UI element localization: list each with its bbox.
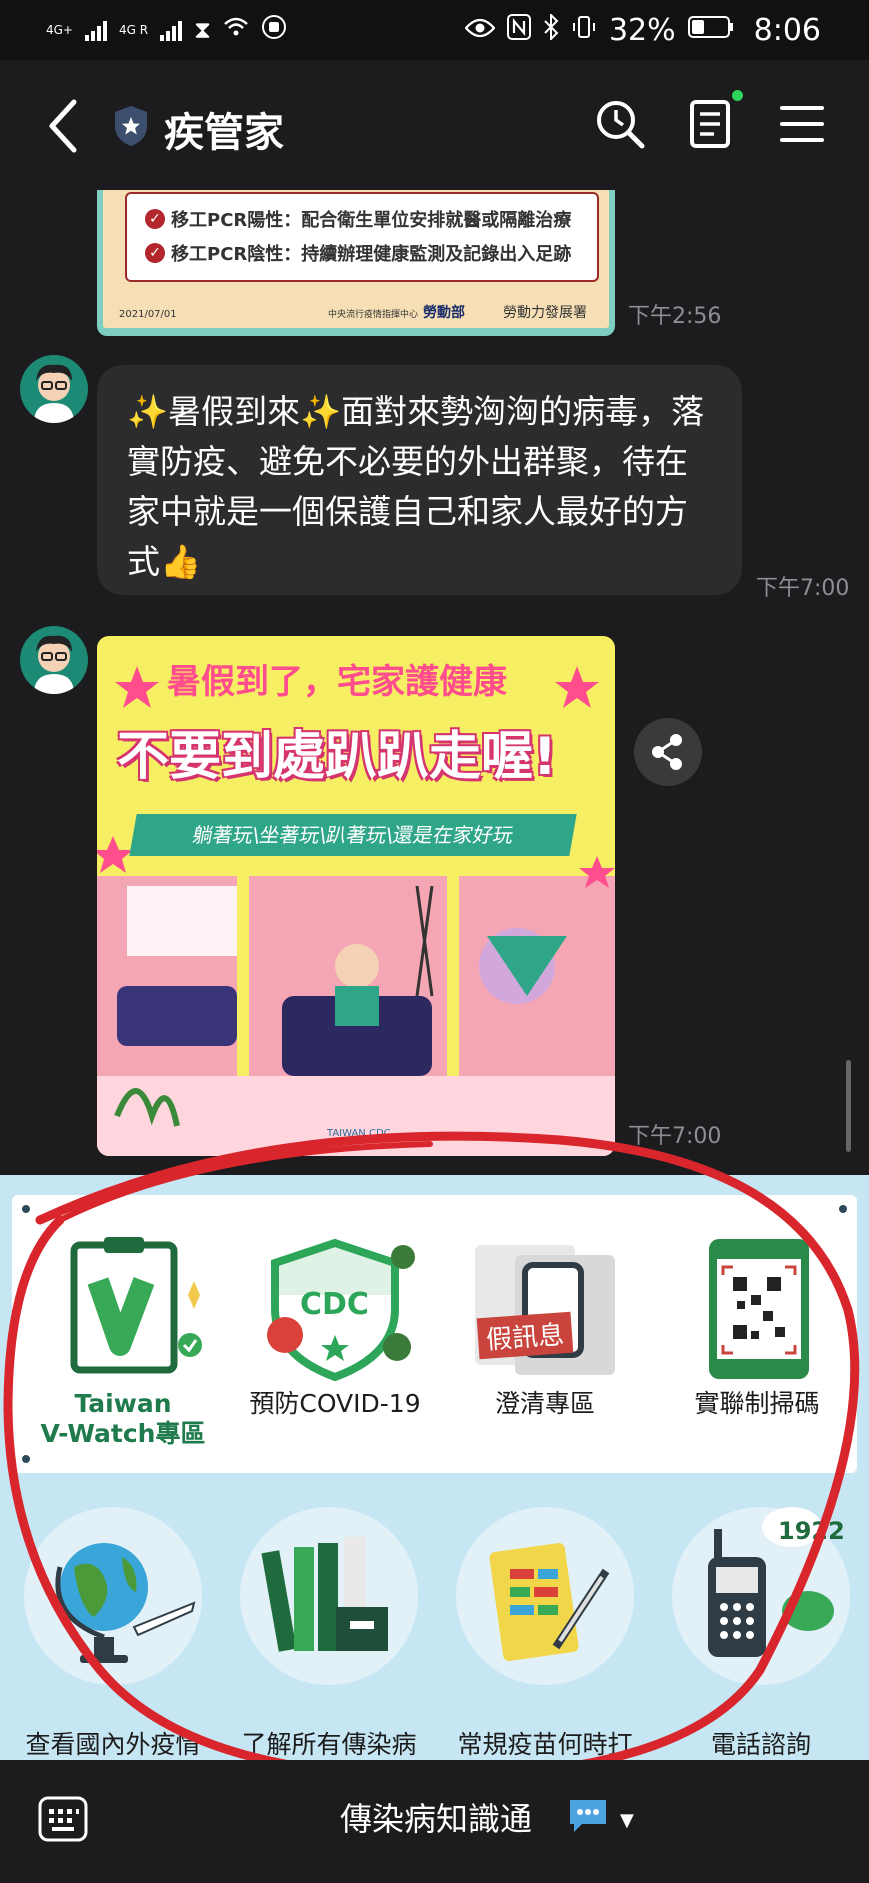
network-type-1: 4G+ bbox=[46, 23, 73, 37]
globe-icon bbox=[55, 1543, 196, 1663]
fake-news-icon bbox=[475, 1245, 615, 1375]
menu-icon[interactable] bbox=[776, 98, 828, 150]
flyer-image[interactable]: ✓ 移工PCR陽性：配合衛生單位安排就醫或隔離治療 ✓ 移工PCR陰性：持續辦理健康… bbox=[97, 190, 615, 336]
bluetooth-icon bbox=[543, 12, 559, 46]
menu-label-qr: 實聯制掃碼 bbox=[694, 1389, 820, 1418]
back-arrow-icon[interactable] bbox=[44, 98, 84, 154]
chat-area[interactable]: ✓ 移工PCR陽性：配合衛生單位安排就醫或隔離治療 ✓ 移工PCR陰性：持續辦理健康… bbox=[0, 190, 869, 1175]
check-icon: ✓ bbox=[145, 209, 165, 229]
menu-tile-epidemic[interactable] bbox=[24, 1507, 202, 1685]
eye-icon bbox=[464, 16, 496, 44]
status-right: 32% 8:06 bbox=[464, 12, 821, 48]
message-bubble[interactable]: ✨暑假到來✨面對來勢洶洶的病毒，落實防疫、避免不必要的外出群聚，待在家中就是一個… bbox=[97, 365, 742, 595]
share-icon bbox=[652, 734, 682, 770]
network-type-2: 4G R bbox=[119, 23, 149, 37]
hotline-badge: 1922 bbox=[778, 1517, 845, 1545]
flyer-wda-logo: 勞動力發展署 bbox=[503, 305, 587, 321]
notes-icon[interactable] bbox=[684, 98, 736, 150]
screw-decoration bbox=[839, 1205, 847, 1213]
flyer-org: 中央流行疫情指揮中心 bbox=[328, 310, 419, 320]
signal-icon-2 bbox=[160, 19, 183, 41]
status-bar: 4G+ 4G R ⧗ 32% 8:06 bbox=[0, 0, 869, 60]
clipboard-v-icon bbox=[70, 1237, 202, 1374]
chevron-down-icon[interactable]: ▼ bbox=[620, 1810, 634, 1831]
menu-label-clarify: 澄清專區 bbox=[494, 1389, 595, 1418]
menu-label-vaccine: 常規疫苗何時打 bbox=[457, 1730, 633, 1759]
nfc-icon bbox=[506, 14, 531, 46]
clock: 8:06 bbox=[753, 12, 821, 48]
vaccine-chart-icon bbox=[489, 1543, 610, 1661]
screw-decoration bbox=[22, 1205, 30, 1213]
screw-decoration bbox=[839, 1455, 847, 1463]
hand-icon bbox=[261, 14, 287, 46]
menu-tile-vaccine[interactable] bbox=[456, 1507, 634, 1685]
menu-label-diseases: 了解所有傳染病 bbox=[241, 1730, 417, 1759]
poster-image[interactable]: 暑假到了，宅家護健康 不要到處趴趴走喔! 躺著玩\坐著玩\趴著玩\還是在家好玩 … bbox=[97, 636, 615, 1156]
keyboard-icon[interactable] bbox=[38, 1796, 88, 1842]
menu-label-covid: 預防COVID-19 bbox=[249, 1389, 421, 1418]
menu-tile-covid[interactable]: CDC 預防COVID-19 bbox=[230, 1235, 440, 1419]
speech-bubble-icon bbox=[570, 1800, 606, 1832]
screw-decoration bbox=[22, 1455, 30, 1463]
status-left: 4G+ 4G R ⧗ bbox=[46, 14, 287, 46]
poster-strip-text: 躺著玩\坐著玩\趴著玩\還是在家好玩 bbox=[129, 814, 577, 856]
poster-timestamp: 下午7:00 bbox=[628, 1124, 722, 1149]
vibrate-icon bbox=[571, 14, 597, 46]
rich-menu: Taiwan V-Watch專區 CDC 預防COVID-19 假訊息 澄清專區 bbox=[0, 1175, 869, 1760]
poster-footer: TAIWAN CDC bbox=[327, 1128, 391, 1139]
cdc-badge: CDC bbox=[300, 1287, 369, 1322]
flyer-labor-logo: 勞動部 bbox=[423, 305, 465, 321]
poster-main-text: 不要到處趴趴走喔! bbox=[117, 727, 557, 787]
flyer-timestamp: 下午2:56 bbox=[628, 304, 722, 329]
menu-tile-vwatch[interactable]: Taiwan V-Watch專區 bbox=[18, 1235, 228, 1449]
avatar[interactable] bbox=[20, 626, 88, 694]
signal-icon bbox=[85, 19, 107, 41]
flyer-line-2: 移工PCR陰性：持續辦理健康監測及記錄出入足跡 bbox=[171, 244, 572, 265]
chat-title: 疾管家 bbox=[164, 110, 284, 156]
battery-percent: 32% bbox=[608, 12, 676, 48]
flyer-line-1: 移工PCR陽性：配合衛生單位安排就醫或隔離治療 bbox=[171, 210, 572, 231]
search-history-icon[interactable] bbox=[594, 98, 646, 150]
rich-menu-toggle-label[interactable]: 傳染病知識通 bbox=[340, 1794, 532, 1840]
notification-dot bbox=[732, 90, 743, 101]
avatar[interactable] bbox=[20, 355, 88, 423]
menu-label-epidemic: 查看國內外疫情 bbox=[25, 1730, 201, 1759]
menu-tile-clarify[interactable]: 假訊息 澄清專區 bbox=[440, 1235, 650, 1419]
menu-label-hotline: 電話諮詢 bbox=[710, 1730, 811, 1759]
poster-top-text: 暑假到了，宅家護健康 bbox=[167, 662, 507, 702]
verified-shield-icon bbox=[115, 106, 147, 146]
hourglass-icon: ⧗ bbox=[194, 16, 211, 44]
menu-label-vwatch: Taiwan V-Watch專區 bbox=[40, 1389, 206, 1448]
battery-icon bbox=[687, 15, 734, 45]
check-icon: ✓ bbox=[145, 243, 165, 263]
flyer-notice-box: ✓ 移工PCR陽性：配合衛生單位安排就醫或隔離治療 ✓ 移工PCR陰性：持續辦理健康… bbox=[125, 192, 599, 282]
menu-tile-diseases[interactable] bbox=[240, 1507, 418, 1685]
menu-tile-hotline[interactable]: 1922 bbox=[672, 1507, 850, 1685]
fake-news-badge: 假訊息 bbox=[476, 1311, 574, 1360]
scrollbar[interactable] bbox=[846, 1060, 851, 1152]
chat-header: 疾管家 bbox=[0, 60, 869, 190]
books-icon bbox=[261, 1537, 388, 1652]
bottom-bar: 傳染病知識通 ▼ bbox=[0, 1760, 869, 1883]
flyer-date: 2021/07/01 bbox=[119, 309, 177, 320]
menu-tile-qr[interactable]: 實聯制掃碼 bbox=[652, 1235, 862, 1419]
wifi-icon bbox=[223, 16, 249, 44]
qr-scan-icon bbox=[709, 1239, 809, 1379]
message-timestamp: 下午7:00 bbox=[756, 576, 850, 601]
share-button[interactable] bbox=[634, 718, 702, 786]
